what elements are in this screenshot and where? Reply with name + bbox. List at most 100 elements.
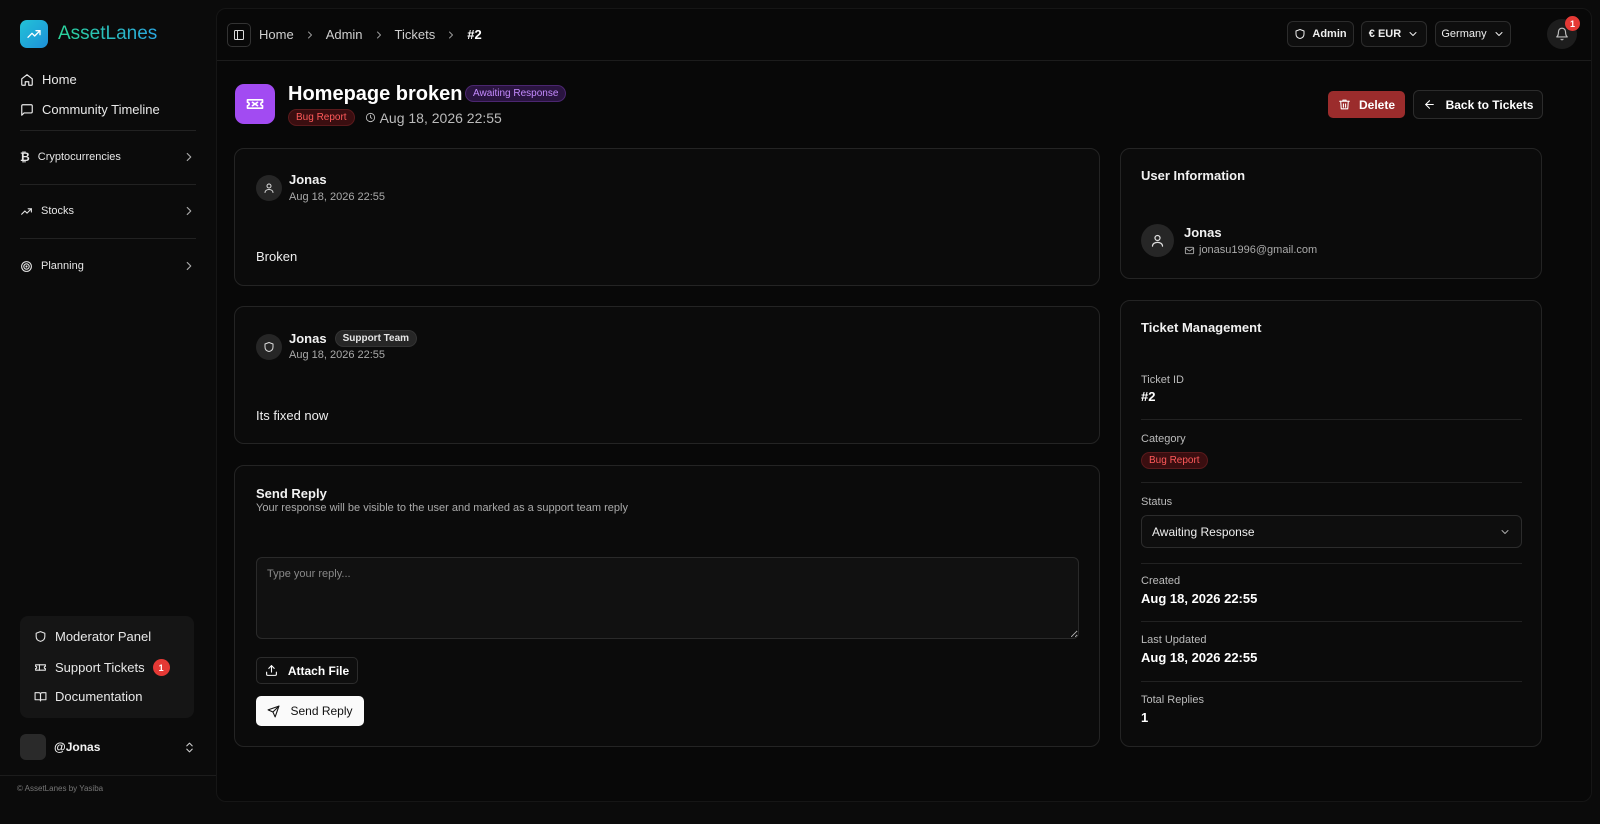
shield-icon (1294, 28, 1306, 40)
category-label: Category (1141, 433, 1186, 445)
country-select[interactable]: Germany (1435, 21, 1511, 47)
message-body: Its fixed now (256, 408, 329, 423)
ticket-date: Aug 18, 2026 22:55 (365, 110, 502, 126)
user-email: jonasu1996@gmail.com (1184, 244, 1317, 256)
reply-title: Send Reply (256, 486, 327, 501)
reply-subtitle: Your response will be visible to the use… (256, 502, 628, 514)
sidebar-group-stocks[interactable]: Stocks (20, 204, 196, 218)
last-updated-value: Aug 18, 2026 22:55 (1141, 650, 1258, 665)
divider (1141, 681, 1522, 682)
status-select[interactable]: Awaiting Response (1141, 515, 1522, 548)
user-name: Jonas (1184, 225, 1222, 240)
book-open-icon (34, 690, 47, 703)
user-information-card: User Information Jonas jonasu1996@gmail.… (1120, 148, 1542, 279)
sidebar-item-documentation[interactable]: Documentation (34, 689, 142, 704)
brand-name: AssetLanes (58, 23, 158, 44)
sidebar-item-home[interactable]: Home (20, 72, 77, 87)
divider (20, 238, 196, 239)
user-menu[interactable]: @Jonas (20, 734, 196, 760)
chevrons-up-down-icon (183, 741, 196, 754)
category-badge: Bug Report (1141, 452, 1208, 469)
main-content: Home Admin Tickets #2 Admin € EUR German… (216, 8, 1592, 802)
message-card: Jonas Aug 18, 2026 22:55 Broken (234, 148, 1100, 286)
notification-count-badge: 1 (1565, 16, 1580, 31)
created-value: Aug 18, 2026 22:55 (1141, 591, 1258, 606)
category-badge: Bug Report (288, 109, 355, 126)
sidebar-group-label: Stocks (41, 205, 75, 217)
sidebar-item-label: Community Timeline (42, 102, 160, 117)
home-icon (20, 73, 34, 87)
brand[interactable]: AssetLanes (20, 20, 157, 48)
ticket-management-title: Ticket Management (1141, 320, 1262, 335)
shield-icon (34, 630, 47, 643)
send-reply-button[interactable]: Send Reply (256, 696, 364, 726)
divider (1141, 419, 1522, 420)
sidebar-group-label: Planning (41, 260, 84, 272)
breadcrumb-tickets[interactable]: Tickets (395, 27, 436, 42)
chevron-down-icon (1499, 526, 1511, 538)
currency-select[interactable]: € EUR (1361, 21, 1427, 47)
sidebar-group-planning[interactable]: Planning (20, 259, 196, 273)
divider (1141, 621, 1522, 622)
status-badge: Awaiting Response (465, 85, 567, 102)
attach-file-label: Attach File (287, 663, 350, 678)
send-icon (267, 705, 280, 718)
status-select-value: Awaiting Response (1152, 524, 1255, 539)
shield-icon (256, 334, 282, 360)
status-label: Status (1141, 496, 1173, 508)
breadcrumb-home[interactable]: Home (259, 27, 294, 42)
divider (0, 775, 216, 776)
sidebar: AssetLanes Home Community Timeline ₿ Cry… (0, 0, 216, 824)
admin-label: Admin (1312, 28, 1347, 40)
delete-button[interactable]: Delete (1328, 91, 1405, 118)
country-value: Germany (1441, 28, 1487, 40)
sidebar-bottom-panel: Moderator Panel Support Tickets 1 Docume… (20, 616, 194, 718)
currency-value: € EUR (1368, 28, 1402, 40)
sidebar-toggle-button[interactable] (227, 23, 251, 47)
chevron-right-icon (182, 204, 196, 218)
avatar (20, 734, 46, 760)
attach-file-button[interactable]: Attach File (256, 657, 358, 684)
chevron-right-icon (373, 29, 385, 41)
send-reply-label: Send Reply (290, 704, 353, 718)
notifications-button[interactable]: 1 (1547, 16, 1580, 49)
ticket-icon (34, 661, 47, 674)
sidebar-group-label: Cryptocurrencies (37, 151, 121, 163)
mail-icon (1184, 245, 1195, 256)
divider (20, 130, 196, 131)
message-author-name: Jonas (289, 331, 327, 346)
user-handle: @Jonas (54, 740, 101, 754)
sidebar-item-label: Support Tickets (55, 660, 145, 675)
sidebar-item-community-timeline[interactable]: Community Timeline (20, 102, 160, 117)
ticket-date-text: Aug 18, 2026 22:55 (379, 109, 502, 126)
chevron-right-icon (182, 150, 196, 164)
total-replies-value: 1 (1141, 710, 1149, 725)
sidebar-item-label: Documentation (55, 689, 143, 704)
admin-button[interactable]: Admin (1287, 21, 1354, 47)
sidebar-item-label: Home (42, 72, 77, 87)
sidebar-item-support-tickets[interactable]: Support Tickets 1 (34, 659, 170, 676)
clock-icon (365, 112, 376, 123)
sidebar-item-moderator-panel[interactable]: Moderator Panel (34, 629, 151, 644)
delete-label: Delete (1358, 97, 1396, 112)
last-updated-label: Last Updated (1141, 634, 1207, 646)
breadcrumb: Home Admin Tickets #2 (259, 27, 482, 42)
divider (1141, 563, 1522, 564)
ticket-management-card: Ticket Management Ticket ID #2 Category … (1120, 300, 1542, 747)
back-to-tickets-button[interactable]: Back to Tickets (1413, 90, 1543, 119)
breadcrumb-current: #2 (467, 27, 482, 42)
message-author: Jonas (289, 172, 327, 187)
message-date: Aug 18, 2026 22:55 (289, 191, 386, 203)
ticket-icon (235, 84, 275, 124)
target-icon (20, 260, 33, 273)
ticket-id-label: Ticket ID (1141, 374, 1184, 386)
support-team-badge: Support Team (334, 330, 418, 347)
upload-icon (265, 664, 278, 677)
reply-input[interactable] (256, 557, 1079, 639)
breadcrumb-admin[interactable]: Admin (326, 27, 363, 42)
sidebar-group-cryptocurrencies[interactable]: ₿ Cryptocurrencies (20, 150, 196, 164)
reply-card: Send Reply Your response will be visible… (234, 465, 1100, 747)
created-label: Created (1141, 575, 1181, 587)
chevron-right-icon (182, 259, 196, 273)
user-icon (1141, 224, 1174, 257)
